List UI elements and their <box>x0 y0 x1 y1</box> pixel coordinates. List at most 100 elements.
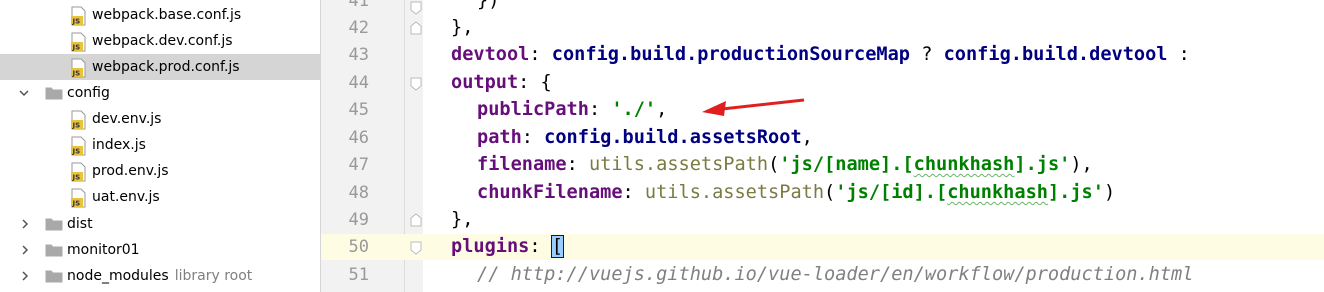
tree-item-label: webpack.prod.conf.js <box>92 59 240 75</box>
tree-item-label: webpack.dev.conf.js <box>92 33 233 49</box>
chevron-right-icon[interactable] <box>20 245 30 255</box>
line-number: 51 <box>348 265 369 285</box>
js-file-icon: JS <box>70 136 88 156</box>
line-number: 47 <box>348 155 369 175</box>
line-number: 44 <box>348 73 369 93</box>
fold-marker-icon[interactable] <box>409 212 423 227</box>
code-token: // http://vuejs.github.io/vue-loader/en/… <box>477 264 1194 285</box>
code-token: ].js' <box>1047 182 1104 203</box>
chevron-right-icon[interactable] <box>20 271 30 281</box>
code-token: : { <box>518 72 552 93</box>
code-token: 'js/[name].[ <box>779 154 914 175</box>
code-line-41: }) <box>477 0 499 14</box>
js-file-icon: JS <box>70 110 88 130</box>
line-number: 48 <box>348 183 369 203</box>
code-token: ].js' <box>1014 154 1071 175</box>
tree-item-prod-env[interactable]: JS prod.env.js <box>0 158 320 184</box>
code-line-47: filename: utils.assetsPath('js/[name].[c… <box>477 152 1093 178</box>
line-number: 42 <box>348 18 369 38</box>
line-number: 43 <box>348 45 369 65</box>
svg-text:JS: JS <box>72 44 81 52</box>
project-tree-panel: JS webpack.base.conf.js JS webpack.dev.c… <box>0 0 321 292</box>
code-token: : <box>529 236 552 257</box>
code-token: publicPath <box>477 99 589 120</box>
tree-item-uat-env[interactable]: JS uat.env.js <box>0 184 320 210</box>
code-token: filename <box>477 154 567 175</box>
code-token: plugins <box>451 236 530 257</box>
folder-icon <box>45 243 63 257</box>
tree-item-label: prod.env.js <box>92 163 169 179</box>
code-token: ( <box>768 154 780 175</box>
code-token: chunkhash <box>913 154 1015 175</box>
text-cursor <box>562 236 564 257</box>
code-token: ? <box>910 44 944 65</box>
code-token: config.build.devtool <box>943 44 1168 65</box>
code-line-42: }, <box>451 15 473 41</box>
js-file-icon: JS <box>70 32 88 52</box>
js-file-icon: JS <box>70 188 88 208</box>
code-token: }, <box>451 17 474 38</box>
folder-icon <box>45 269 63 283</box>
line-number: 50 <box>348 237 369 257</box>
code-line-48: chunkFilename: utils.assetsPath('js/[id]… <box>477 180 1115 206</box>
code-line-46: path: config.build.assetsRoot, <box>477 125 813 151</box>
line-number: 41 <box>348 0 369 11</box>
svg-text:JS: JS <box>72 122 81 130</box>
js-file-icon: JS <box>70 58 88 78</box>
line-number: 45 <box>348 100 369 120</box>
chevron-right-icon[interactable] <box>20 219 30 229</box>
code-token: chunkFilename <box>477 182 623 203</box>
tree-item-index[interactable]: JS index.js <box>0 132 320 158</box>
code-line-50: plugins: [ <box>451 234 564 260</box>
code-token: , <box>801 127 813 148</box>
fold-marker-icon[interactable] <box>409 20 423 35</box>
js-file-icon: JS <box>70 6 88 26</box>
tree-item-label: webpack.base.conf.js <box>92 7 242 23</box>
js-file-icon: JS <box>70 162 88 182</box>
code-token: : <box>1167 44 1190 65</box>
tree-item-webpack-dev-conf[interactable]: JS webpack.dev.conf.js <box>0 28 320 54</box>
tree-item-dist[interactable]: dist <box>0 211 320 237</box>
code-token: ), <box>1070 154 1093 175</box>
code-token: config.build.assetsRoot <box>544 127 802 148</box>
tree-item-config[interactable]: config <box>0 80 320 106</box>
tree-item-webpack-base-conf[interactable]: JS webpack.base.conf.js <box>0 2 320 28</box>
tree-item-label: dev.env.js <box>92 111 162 127</box>
code-token: './' <box>611 99 657 120</box>
fold-marker-icon[interactable] <box>409 240 423 255</box>
code-token: config.build.productionSourceMap <box>551 44 910 65</box>
code-token: ) <box>1103 182 1116 203</box>
code-token: utils.assetsPath <box>644 182 825 203</box>
chevron-down-icon[interactable] <box>19 88 29 98</box>
code-token: }, <box>451 209 474 230</box>
code-token: chunkhash <box>947 182 1048 203</box>
code-token: , <box>656 99 668 120</box>
library-root-hint: library root <box>174 268 253 284</box>
line-number: 46 <box>348 128 369 148</box>
tree-item-monitor01[interactable]: monitor01 <box>0 237 320 263</box>
svg-text:JS: JS <box>72 200 81 208</box>
code-token: path <box>477 127 522 148</box>
code-line-49: }, <box>451 207 473 233</box>
fold-marker-icon[interactable] <box>409 0 423 15</box>
tree-item-webpack-prod-conf[interactable]: JS webpack.prod.conf.js <box>0 54 320 80</box>
svg-text:JS: JS <box>72 18 81 26</box>
tree-item-label: uat.env.js <box>92 189 160 205</box>
code-token: }) <box>477 0 500 11</box>
code-token: : <box>588 99 612 120</box>
svg-text:JS: JS <box>72 70 81 78</box>
folder-icon <box>45 217 63 231</box>
code-token: utils.assetsPath <box>588 154 769 175</box>
code-token: : <box>529 44 552 65</box>
tree-item-node-modules[interactable]: node_modules library root <box>0 263 320 289</box>
code-token: : <box>566 154 589 175</box>
annotation-arrow-icon <box>702 98 805 116</box>
code-token: 'js/[id].[ <box>835 182 948 203</box>
code-line-43: devtool: config.build.productionSourceMa… <box>451 42 1190 68</box>
matched-bracket: [ <box>550 235 564 258</box>
fold-marker-icon[interactable] <box>409 76 423 91</box>
folder-icon <box>45 86 63 100</box>
tree-item-label: monitor01 <box>67 242 140 258</box>
code-token: output <box>451 72 519 93</box>
tree-item-dev-env[interactable]: JS dev.env.js <box>0 106 320 132</box>
